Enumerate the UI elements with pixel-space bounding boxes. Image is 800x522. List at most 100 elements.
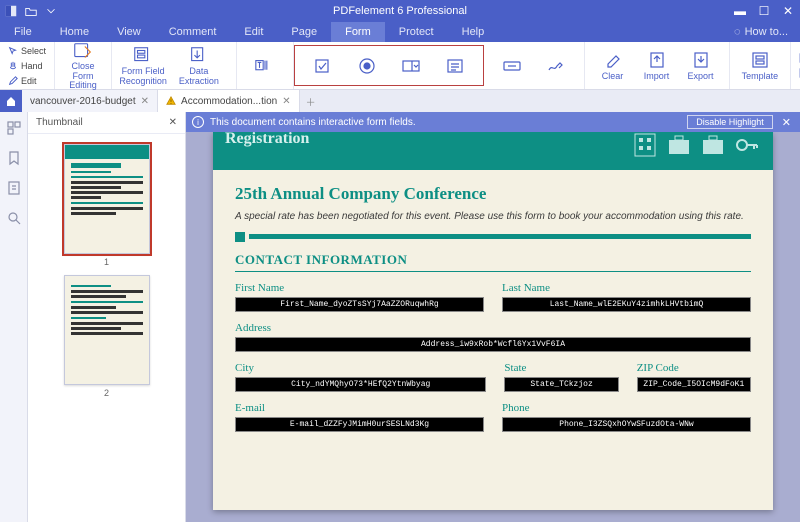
minimize-button[interactable]: ▬ xyxy=(728,0,752,22)
export-button[interactable]: Export xyxy=(679,50,723,82)
combobox-tool[interactable] xyxy=(389,56,433,76)
open-icon[interactable] xyxy=(24,4,38,18)
doc-heading: 25th Annual Company Conference xyxy=(235,184,751,204)
document-viewport[interactable]: Registration 25th Annual Company Confere… xyxy=(186,132,800,522)
thumbnail-panel: Thumbnail ✕ 1 2 xyxy=(28,112,186,522)
signature-tool[interactable] xyxy=(534,56,578,76)
recognition-icon xyxy=(132,45,154,65)
clear-icon xyxy=(602,50,624,70)
export-icon xyxy=(690,50,712,70)
listbox-icon xyxy=(444,56,466,76)
menu-protect[interactable]: Protect xyxy=(385,22,448,42)
tab-1[interactable]: vancouver-2016-budget ✕ xyxy=(22,90,158,112)
thumbnail-title: Thumbnail xyxy=(36,117,83,128)
signature-icon xyxy=(545,56,567,76)
chevron-down-icon[interactable] xyxy=(44,4,58,18)
tool-hand[interactable]: Hand xyxy=(8,59,46,73)
thumbnail-page-2[interactable]: 2 xyxy=(64,275,150,398)
close-button[interactable]: ✕ xyxy=(776,0,800,22)
radio-tool[interactable] xyxy=(345,56,389,76)
label-phone: Phone xyxy=(502,402,751,414)
tab-2[interactable]: Accommodation...tion ✕ xyxy=(158,90,300,112)
field-phone[interactable]: Phone_I3ZSQxhOYwSFuzdOta-WNw xyxy=(502,417,751,432)
radio-icon xyxy=(356,56,378,76)
listbox-tool[interactable] xyxy=(433,56,477,76)
thumbnails-icon[interactable] xyxy=(6,120,22,136)
close-form-editing-button[interactable]: Close Form Editing xyxy=(61,40,105,92)
label-state: State xyxy=(504,362,618,374)
new-tab-button[interactable]: ＋ xyxy=(300,94,322,109)
button-tool[interactable] xyxy=(490,56,534,76)
app-logo-icon xyxy=(4,4,18,18)
label-last-name: Last Name xyxy=(502,282,751,294)
label-email: E-mail xyxy=(235,402,484,414)
bookmark-icon[interactable] xyxy=(6,150,22,166)
home-tab-button[interactable] xyxy=(0,90,22,112)
form-edit-icon xyxy=(72,40,94,60)
label-address: Address xyxy=(235,322,751,334)
label-zip: ZIP Code xyxy=(637,362,751,374)
template-button[interactable]: Template xyxy=(736,50,785,82)
info-icon: i xyxy=(192,116,204,128)
pdf-page: Registration 25th Annual Company Confere… xyxy=(213,132,773,510)
close-infobar-icon[interactable]: ✕ xyxy=(779,116,794,129)
field-last-name[interactable]: Last_Name_wlE2EKuY4zimhkLHVtbimQ xyxy=(502,297,751,312)
field-first-name[interactable]: First_Name_dyoZTsSYj7AaZZORuqwhRg xyxy=(235,297,484,312)
suitcase-icon xyxy=(699,132,727,158)
field-city[interactable]: City_ndYMQhyO73*HEfQ2YtnWbyag xyxy=(235,377,486,392)
close-panel-icon[interactable]: ✕ xyxy=(169,117,177,128)
thumbnail-page-1[interactable]: 1 xyxy=(64,144,150,267)
how-to-link[interactable]: ◌ How to... xyxy=(734,26,800,38)
side-toolbar xyxy=(0,112,28,522)
field-address[interactable]: Address_iw9xRob*Wcfl6Yx1VvF6IA xyxy=(235,337,751,352)
field-state[interactable]: State_TCkzjoz xyxy=(504,377,618,392)
disable-highlight-button[interactable]: Disable Highlight xyxy=(687,115,773,129)
menu-file[interactable]: File xyxy=(0,22,46,42)
menu-edit[interactable]: Edit xyxy=(230,22,277,42)
divider xyxy=(235,232,751,242)
doc-intro: A special rate has been negotiated for t… xyxy=(235,210,751,224)
suitcase-icon xyxy=(665,132,693,158)
tool-edit[interactable]: Edit xyxy=(8,74,46,88)
template-icon xyxy=(749,50,771,70)
menu-help[interactable]: Help xyxy=(448,22,499,42)
warning-icon xyxy=(166,96,176,106)
close-tab-icon[interactable]: ✕ xyxy=(141,96,149,107)
menu-comment[interactable]: Comment xyxy=(155,22,231,42)
label-first-name: First Name xyxy=(235,282,484,294)
text-field-tool[interactable] xyxy=(243,56,287,76)
info-bar: i This document contains interactive for… xyxy=(186,112,800,132)
form-field-recognition-button[interactable]: Form Field Recognition xyxy=(118,45,168,87)
menu-form[interactable]: Form xyxy=(331,22,385,42)
building-icon xyxy=(631,132,659,158)
clear-button[interactable]: Clear xyxy=(591,50,635,82)
field-email[interactable]: E-mail_dZZFyJMimH0urSESLNd3Kg xyxy=(235,417,484,432)
info-message: This document contains interactive form … xyxy=(210,117,416,128)
button-field-icon xyxy=(501,56,523,76)
checkbox-icon xyxy=(312,56,334,76)
key-icon xyxy=(733,132,761,158)
section-heading: CONTACT INFORMATION xyxy=(235,252,751,268)
menu-bar: File Home View Comment Edit Page Form Pr… xyxy=(0,22,800,42)
import-icon xyxy=(646,50,668,70)
maximize-button[interactable]: ☐ xyxy=(752,0,776,22)
title-bar: PDFelement 6 Professional ▬ ☐ ✕ xyxy=(0,0,800,22)
ribbon: Select Hand Edit Close Form Editing Form… xyxy=(0,42,800,90)
import-button[interactable]: Import xyxy=(635,50,679,82)
data-extraction-button[interactable]: Data Extraction xyxy=(168,45,229,87)
extraction-icon xyxy=(188,45,210,65)
document-tabs: vancouver-2016-budget ✕ Accommodation...… xyxy=(0,90,800,112)
window-title: PDFelement 6 Professional xyxy=(333,5,467,17)
menu-view[interactable]: View xyxy=(103,22,155,42)
attachment-icon[interactable] xyxy=(6,180,22,196)
tool-select[interactable]: Select xyxy=(8,44,46,58)
menu-page[interactable]: Page xyxy=(277,22,331,42)
banner-graphics xyxy=(631,132,761,158)
label-city: City xyxy=(235,362,486,374)
field-zip[interactable]: ZIP_Code_I5OIcM9dFoK1 xyxy=(637,377,751,392)
search-icon[interactable] xyxy=(6,210,22,226)
banner-title: Registration xyxy=(225,132,309,148)
checkbox-tool[interactable] xyxy=(301,56,345,76)
help-icon: ◌ xyxy=(734,26,741,38)
close-tab-icon[interactable]: ✕ xyxy=(282,96,290,107)
